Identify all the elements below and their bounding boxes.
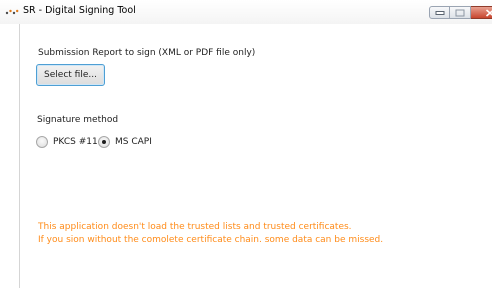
title-bar[interactable]: SR - Digital Signing Tool <box>0 0 492 24</box>
warning-line-2: If you sion without the comolete certifi… <box>38 235 384 245</box>
maximize-button[interactable] <box>450 6 471 19</box>
minimize-icon <box>435 10 444 15</box>
radio-mscapi-label: MS CAPI <box>115 137 152 147</box>
minimize-button[interactable] <box>429 6 450 19</box>
radio-pkcs11-label: PKCS #11 <box>53 137 98 147</box>
radio-mscapi-circle[interactable] <box>98 136 110 148</box>
maximize-icon <box>455 9 465 16</box>
warning-line-1: This application doesn't load the truste… <box>38 222 352 232</box>
radio-pkcs11[interactable]: PKCS #11 <box>36 136 98 148</box>
app-logo-icon <box>5 9 19 15</box>
radio-mscapi[interactable]: MS CAPI <box>98 136 152 148</box>
submission-label: Submission Report to sign (XML or PDF fi… <box>38 48 256 58</box>
select-file-button[interactable]: Select file... <box>36 64 105 86</box>
radio-selected-dot <box>102 140 106 144</box>
window-controls <box>429 6 492 20</box>
signature-method-label: Signature method <box>37 115 119 125</box>
app-window: SR - Digital Signing Tool Submission Rep… <box>0 0 492 288</box>
radio-pkcs11-circle[interactable] <box>36 136 48 148</box>
close-button[interactable] <box>471 6 492 19</box>
close-icon <box>485 8 492 17</box>
window-title: SR - Digital Signing Tool <box>23 5 136 16</box>
